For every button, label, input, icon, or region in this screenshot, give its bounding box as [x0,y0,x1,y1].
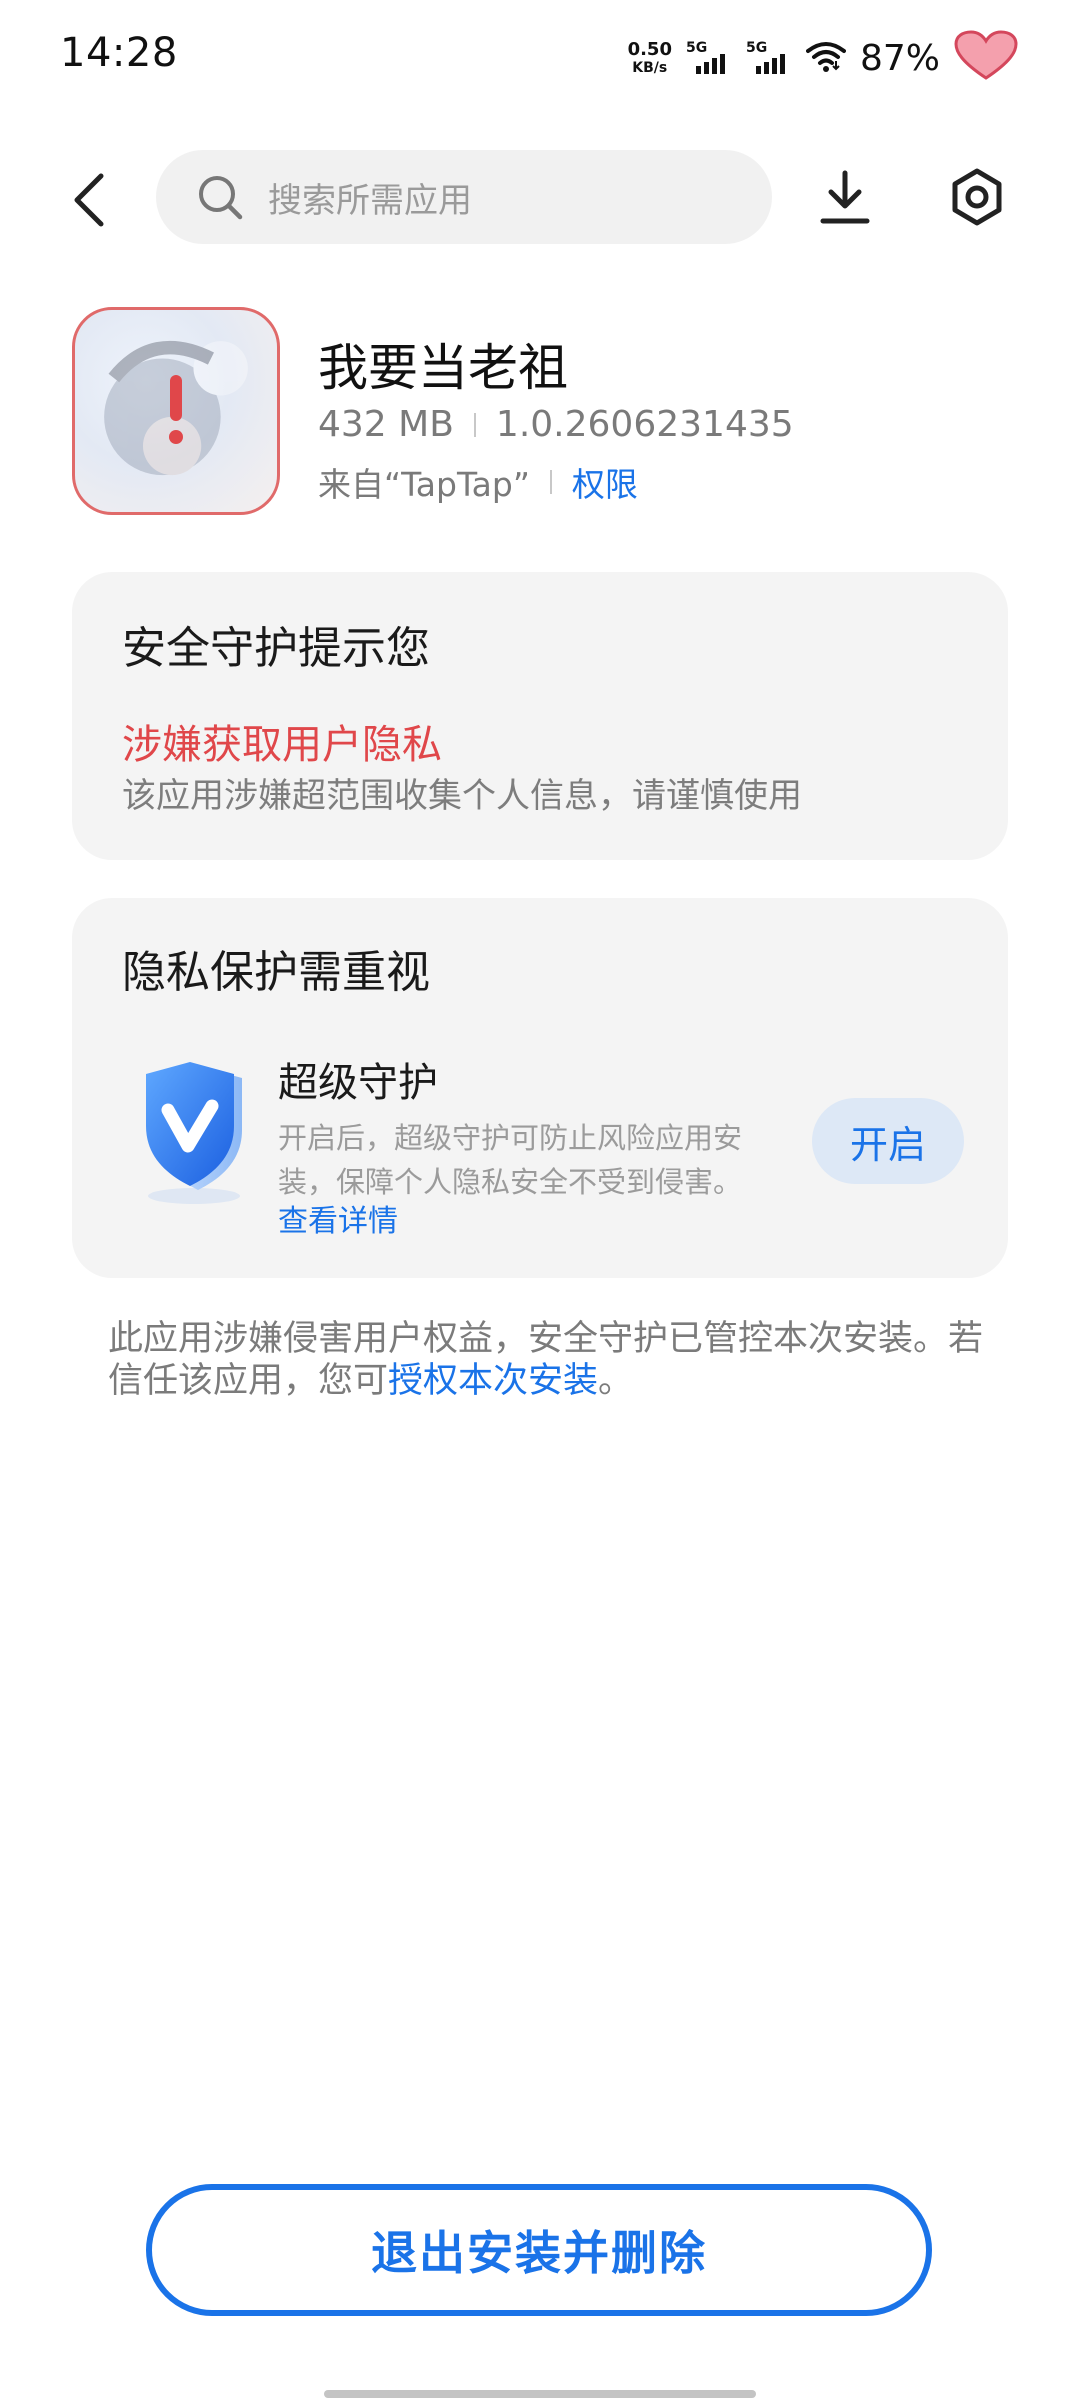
app-icon [72,307,280,515]
download-button[interactable] [816,166,874,228]
home-indicator[interactable] [324,2390,756,2398]
back-arrow-icon [74,173,104,227]
app-name: 我要当老祖 [318,339,568,397]
settings-icon [952,168,1002,226]
feature-title: 超级守护 [278,1060,438,1106]
privacy-card-title: 隐私保护需重视 [122,947,430,998]
network-speed-value: 0.50 [627,39,672,60]
status-time: 14:28 [60,30,178,76]
app-source: 来自“TapTap” [318,465,530,504]
app-version: 1.0.2606231435 [495,404,794,445]
search-placeholder: 搜索所需应用 [268,180,472,221]
authorize-install-link[interactable]: 授权本次安装 [388,1361,598,1401]
network-speed-unit: KB/s [632,60,668,76]
security-card-title: 安全守护提示您 [122,623,430,674]
app-size: 432 MB [318,404,454,445]
status-icons: 0.50 KB/s 5G 5G 87% [627,30,1018,86]
risk-title: 涉嫌获取用户隐私 [122,722,442,768]
view-details-link[interactable]: 查看详情 [278,1196,398,1240]
privacy-protection-card: 隐私保护需重视 超级守护 开启后，超级守护可防止风险应用安装，保障个人隐私安全不… [72,898,1008,1278]
install-guard-screen: 14:28 0.50 KB/s 5G 5G 87% 搜索所需应用 我要当老祖 4… [0,0,1080,2400]
install-notice: 此应用涉嫌侵害用户权益，安全守护已管控本次安装。若信任该应用，您可授权本次安装。 [108,1318,1008,1402]
signal-icon: 5G [746,38,792,78]
wifi-icon [805,39,846,77]
permissions-link[interactable]: 权限 [572,458,638,506]
heart-battery-icon [954,30,1018,86]
app-source-row: 来自“TapTap” 权限 [318,458,638,506]
risk-description: 该应用涉嫌超范围收集个人信息，请谨慎使用 [122,776,802,816]
status-bar: 14:28 0.50 KB/s 5G 5G 87% [0,0,1080,110]
battery-percent: 87% [859,37,940,79]
search-icon [194,171,246,223]
notice-end: 。 [598,1361,634,1401]
network-speed: 0.50 KB/s [627,39,672,76]
feature-description: 开启后，超级守护可防止风险应用安装，保障个人隐私安全不受到侵害。 [278,1121,743,1199]
warning-icon [169,375,183,444]
enable-button[interactable]: 开启 [812,1098,964,1184]
signal-icon: 5G [686,38,732,78]
meta-divider [473,412,476,437]
settings-button[interactable] [946,166,1008,228]
app-meta: 432 MB 1.0.2606231435 [318,404,794,445]
download-icon [820,170,870,224]
exit-and-delete-button[interactable]: 退出安装并删除 [146,2184,932,2316]
shield-v-icon [146,1062,242,1204]
source-divider [549,470,552,494]
search-input[interactable]: 搜索所需应用 [156,150,772,244]
security-warning-card: 安全守护提示您 涉嫌获取用户隐私 该应用涉嫌超范围收集个人信息，请谨慎使用 [72,572,1008,860]
back-button[interactable] [60,164,116,236]
